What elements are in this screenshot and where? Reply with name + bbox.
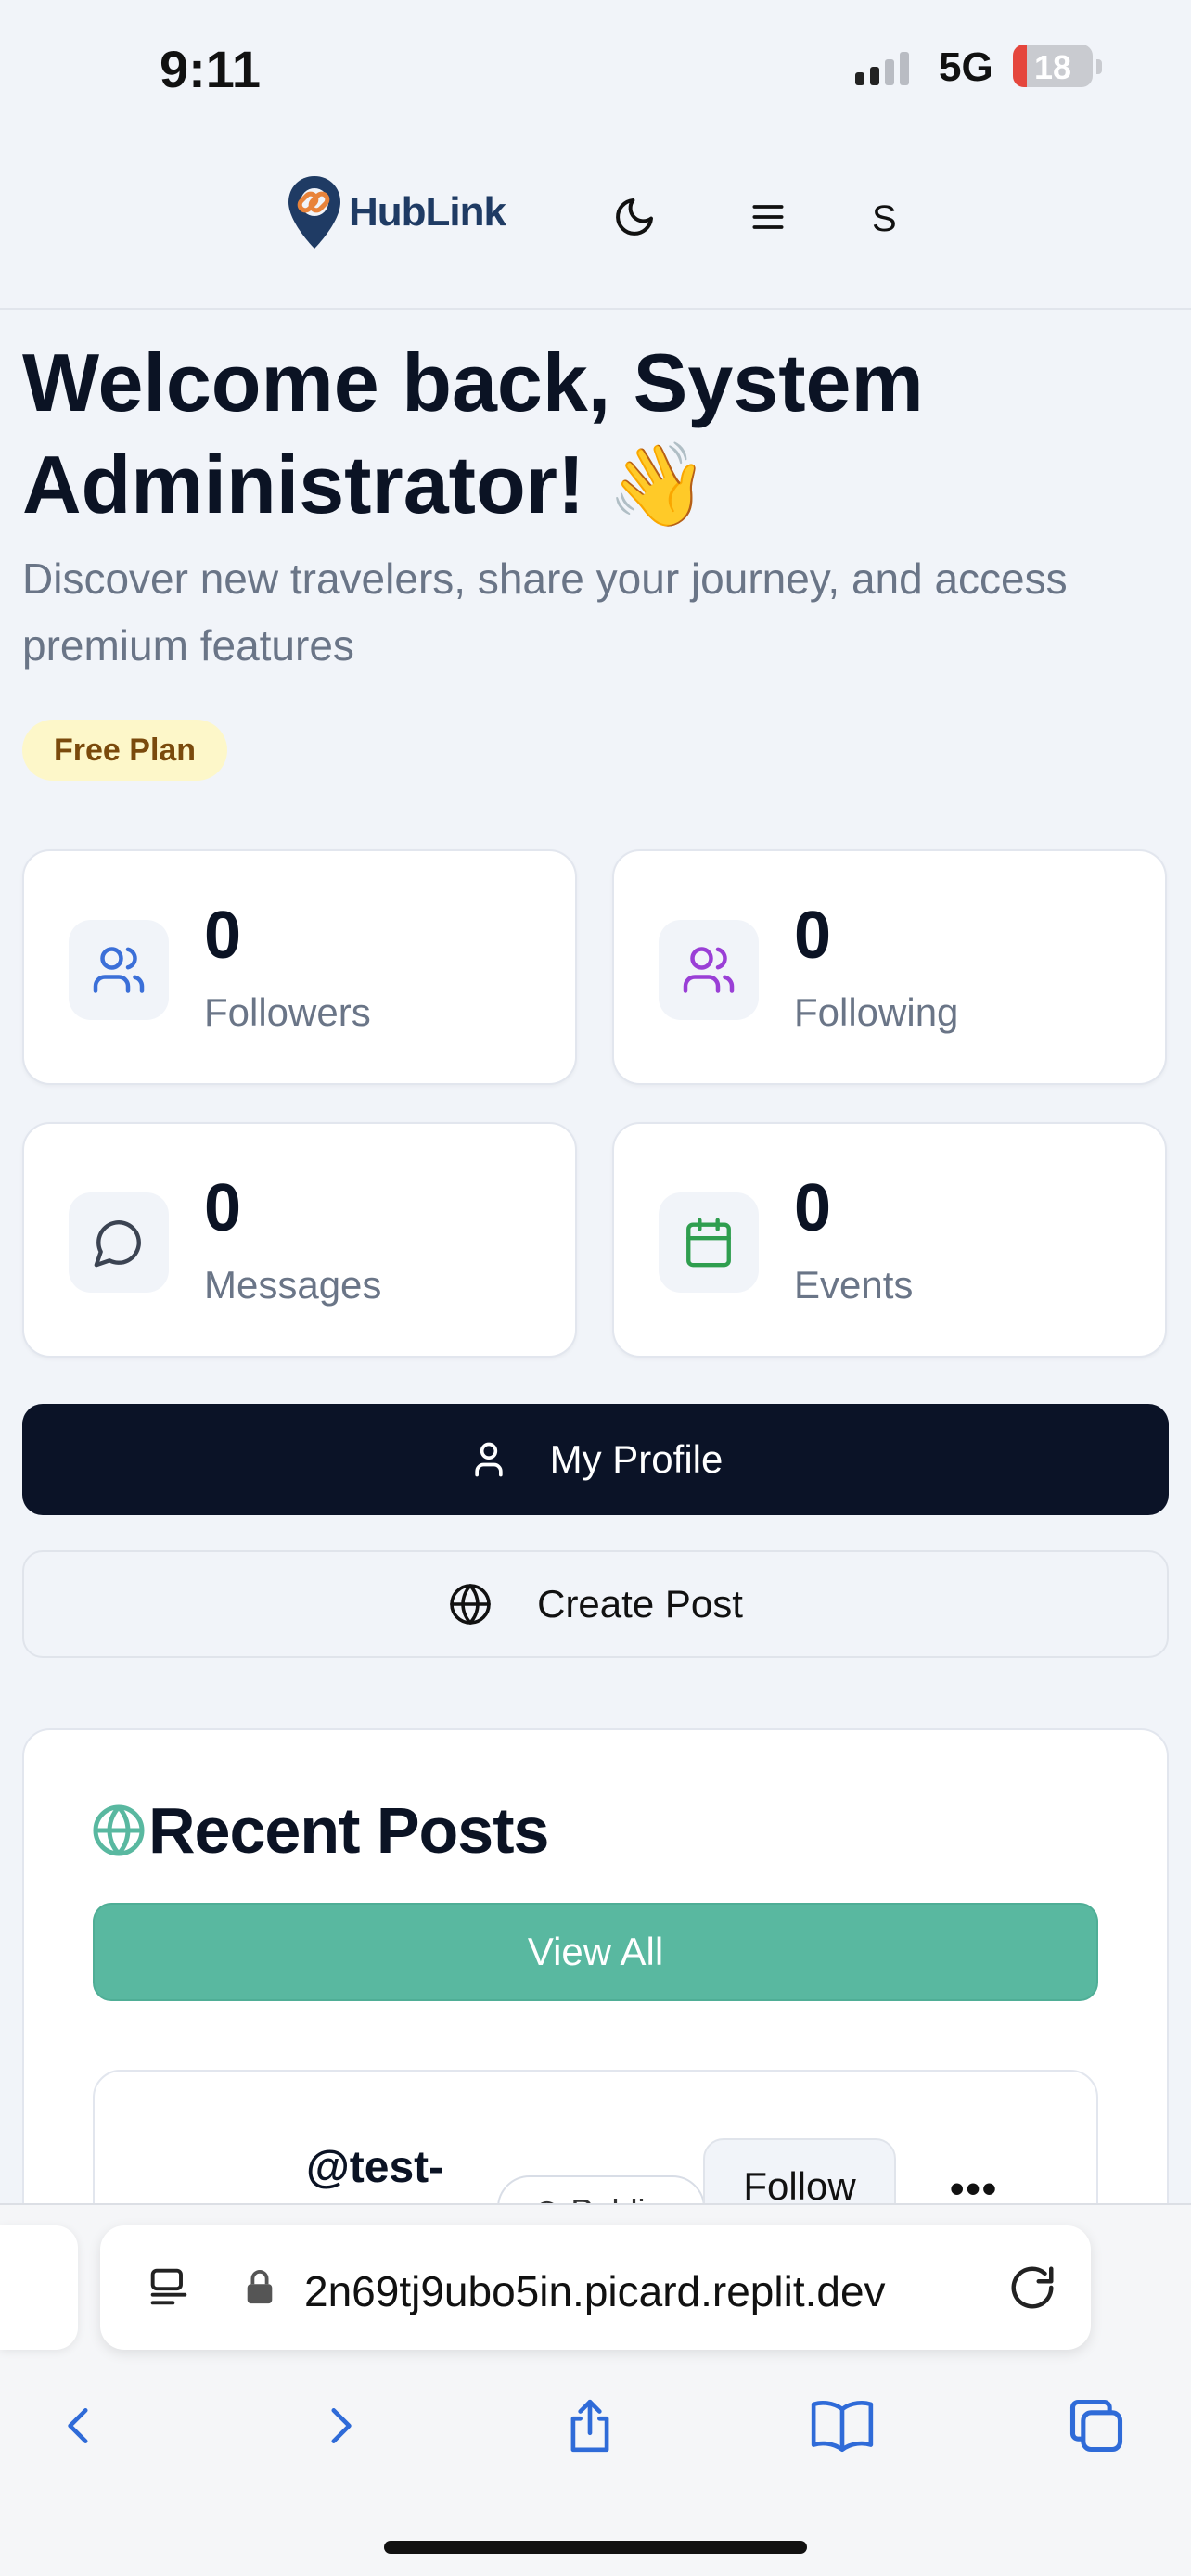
stat-card-messages[interactable]: 0 Messages [22,1122,577,1358]
users-icon [683,947,735,993]
following-count: 0 [794,899,832,973]
logo-text: HubLink [349,189,506,235]
forward-button[interactable] [302,2389,377,2463]
chevron-right-icon [331,2408,352,2443]
welcome-title: Welcome back, System Administrator! 👋 [22,337,924,530]
book-icon [811,2401,874,2453]
stat-icon-container [659,1192,759,1293]
app-header: HubLink S [0,139,1191,310]
reload-icon[interactable] [1007,2263,1057,2313]
battery-level: 18 [1033,48,1072,86]
followers-label: Followers [204,990,371,1034]
user-icon [474,1442,503,1477]
menu-icon [752,205,784,229]
messages-count: 0 [204,1171,242,1245]
calendar-icon [686,1218,731,1268]
network-type: 5G [939,45,993,90]
recent-posts-title: Recent Posts [148,1794,549,1867]
address-bar[interactable]: 2n69tj9ubo5in.picard.replit.dev [100,2225,1091,2350]
page-menu-icon[interactable] [145,2263,193,2311]
battery-icon: 18 [1013,45,1093,87]
globe-icon [450,1584,491,1625]
events-count: 0 [794,1171,832,1245]
url-text: 2n69tj9ubo5in.picard.replit.dev [304,2267,886,2315]
menu-button[interactable] [735,184,801,250]
previous-tab-preview[interactable] [0,2225,78,2350]
home-indicator [384,2541,807,2554]
view-all-button[interactable]: View All [93,1903,1098,2001]
message-circle-icon [94,1220,141,1268]
share-button[interactable] [553,2389,627,2463]
signal-icon [855,52,909,85]
lock-icon [247,2270,273,2304]
stat-card-followers[interactable]: 0 Followers [22,849,577,1085]
my-profile-button[interactable]: My Profile [22,1404,1169,1515]
stat-icon-container [69,1192,169,1293]
bookmarks-button[interactable] [805,2389,879,2463]
avatar[interactable]: S [872,198,897,240]
stat-card-events[interactable]: 0 Events [612,1122,1167,1358]
status-time: 9:11 [160,40,261,98]
back-button[interactable] [43,2389,117,2463]
create-post-button[interactable]: Create Post [22,1550,1169,1658]
share-icon [570,2399,609,2453]
tabs-button[interactable] [1059,2389,1133,2463]
battery-tip [1096,59,1102,74]
stat-card-following[interactable]: 0 Following [612,849,1167,1085]
theme-toggle-button[interactable] [601,184,668,250]
stat-icon-container [659,920,759,1020]
post-username[interactable]: @test- [306,2142,443,2193]
moon-icon [616,198,653,236]
map-pin-link-icon [288,176,340,249]
logo[interactable]: HubLink [286,174,506,250]
create-post-label: Create Post [537,1582,743,1626]
events-label: Events [794,1263,914,1307]
status-bar: 9:11 5G 18 [0,0,1191,139]
chevron-left-icon [68,2408,88,2443]
welcome-subtitle: Discover new travelers, share your journ… [22,555,1068,670]
followers-count: 0 [204,899,242,973]
my-profile-label: My Profile [549,1437,724,1481]
messages-label: Messages [204,1263,382,1307]
plan-badge: Free Plan [22,720,228,781]
users-icon [93,947,145,993]
tabs-icon [1069,2399,1123,2453]
following-label: Following [794,990,959,1034]
globe-icon [93,1804,145,1856]
stat-icon-container [69,920,169,1020]
